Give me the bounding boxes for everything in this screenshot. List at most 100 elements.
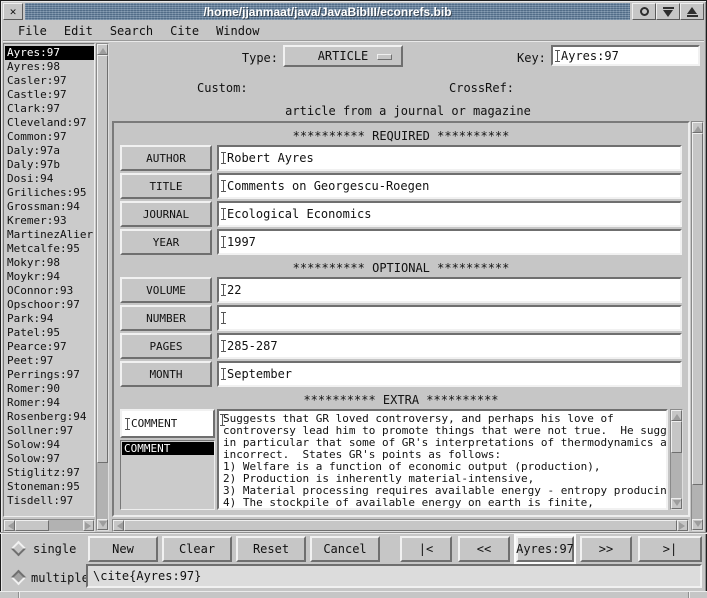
action-button[interactable]: Cancel — [310, 536, 380, 562]
citation-key-item[interactable]: Common:97 — [5, 130, 94, 144]
citation-key-item[interactable]: Grossman:94 — [5, 200, 94, 214]
citation-key-item[interactable]: Clark:97 — [5, 102, 94, 116]
shade-button[interactable] — [656, 3, 680, 20]
scroll-down-arrow-icon[interactable] — [97, 519, 108, 530]
scrollbar-trough[interactable] — [49, 520, 83, 531]
field-label-button[interactable]: NUMBER — [120, 305, 212, 331]
citation-key-item[interactable]: Daly:97b — [5, 158, 94, 172]
extra-field-list-item[interactable]: COMMENT — [122, 442, 214, 455]
field-label-button[interactable]: MONTH — [120, 361, 212, 387]
type-dropdown[interactable]: ARTICLE — [283, 45, 403, 67]
close-icon: ✕ — [10, 5, 17, 18]
key-input[interactable]: Ayres:97 — [551, 45, 700, 66]
scroll-left-arrow-icon[interactable] — [4, 520, 15, 531]
resize-handle[interactable] — [0, 591, 707, 597]
scrollbar-thumb[interactable] — [15, 520, 49, 531]
scrollbar-trough[interactable] — [97, 463, 108, 519]
text-caret-icon — [221, 236, 226, 248]
citation-key-item[interactable]: Solow:94 — [5, 438, 94, 452]
citation-key-item[interactable]: Moykr:94 — [5, 270, 94, 284]
action-button[interactable]: Reset — [236, 536, 306, 562]
citation-key-item[interactable]: Metcalfe:95 — [5, 242, 94, 256]
citation-key-item[interactable]: MartinezAlier:9 — [5, 228, 94, 242]
text-caret-icon — [221, 368, 226, 380]
citation-key-item[interactable]: Romer:90 — [5, 382, 94, 396]
field-input[interactable]: Robert Ayres — [217, 145, 682, 171]
citation-key-item[interactable]: Mokyr:98 — [5, 256, 94, 270]
scroll-down-arrow-icon[interactable] — [692, 519, 703, 530]
field-label-button[interactable]: TITLE — [120, 173, 212, 199]
citation-key-item[interactable]: Patel:95 — [5, 326, 94, 340]
action-button[interactable]: New — [88, 536, 158, 562]
nav-button[interactable]: >> — [580, 536, 632, 562]
scroll-left-arrow-icon[interactable] — [113, 520, 124, 531]
menu-item[interactable]: Search — [108, 23, 155, 39]
citation-key-item[interactable]: Pearce:97 — [5, 340, 94, 354]
citation-key-item[interactable]: Park:94 — [5, 312, 94, 326]
citation-key-item[interactable]: Griliches:95 — [5, 186, 94, 200]
nav-button[interactable]: Ayres:97 — [516, 536, 574, 562]
citation-key-item[interactable]: Sollner:97 — [5, 424, 94, 438]
citation-key-item[interactable]: Rosenberg:94 — [5, 410, 94, 424]
field-input[interactable]: September — [217, 361, 682, 387]
citation-key-item[interactable]: Daly:97a — [5, 144, 94, 158]
citation-key-item[interactable]: Stoneman:95 — [5, 480, 94, 494]
citation-key-item[interactable]: Kremer:93 — [5, 214, 94, 228]
menu-item[interactable]: File — [16, 23, 49, 39]
raise-button[interactable] — [680, 3, 704, 20]
scrollbar-thumb[interactable] — [692, 133, 703, 485]
scrollbar-thumb[interactable] — [671, 421, 682, 453]
citation-key-item[interactable]: Stiglitz:97 — [5, 466, 94, 480]
action-button[interactable]: Clear — [162, 536, 232, 562]
field-label-button[interactable]: PAGES — [120, 333, 212, 359]
field-label-button[interactable]: AUTHOR — [120, 145, 212, 171]
field-input[interactable]: 22 — [217, 277, 682, 303]
scrollbar-trough[interactable] — [671, 453, 682, 498]
citation-key-item[interactable]: Castle:97 — [5, 88, 94, 102]
scroll-down-arrow-icon[interactable] — [671, 498, 682, 509]
menu-item[interactable]: Window — [214, 23, 261, 39]
single-mode-label[interactable]: single — [33, 542, 76, 556]
citation-key-item[interactable]: Opschoor:97 — [5, 298, 94, 312]
field-label-button[interactable]: VOLUME — [120, 277, 212, 303]
scroll-right-arrow-icon[interactable] — [83, 520, 94, 531]
extra-text-area[interactable]: Suggests that GR loved controversy, and … — [217, 409, 668, 510]
nav-button[interactable]: |< — [400, 536, 452, 562]
citation-key-item[interactable]: OConnor:93 — [5, 284, 94, 298]
menu-item[interactable]: Cite — [168, 23, 201, 39]
scrollbar-trough[interactable] — [692, 485, 703, 519]
multiple-mode-label[interactable]: multiple — [31, 571, 89, 585]
field-input[interactable]: 285-287 — [217, 333, 682, 359]
citation-key-item[interactable]: Peet:97 — [5, 354, 94, 368]
field-input[interactable] — [217, 305, 682, 331]
citation-key-item[interactable]: Solow:97 — [5, 452, 94, 466]
extra-field-name-input[interactable]: COMMENT — [120, 409, 215, 438]
cite-command-field[interactable]: \cite{Ayres:97} — [86, 564, 702, 588]
titlebar[interactable]: ✕ /home/jjanmaat/java/JavaBibIII/econref… — [3, 3, 704, 20]
scroll-up-arrow-icon[interactable] — [97, 44, 108, 55]
scroll-up-arrow-icon[interactable] — [692, 122, 703, 133]
field-label-button[interactable]: YEAR — [120, 229, 212, 255]
citation-key-item[interactable]: Dosi:94 — [5, 172, 94, 186]
citation-key-item[interactable]: Tisdell:97 — [5, 494, 94, 508]
field-input[interactable]: Comments on Georgescu-Roegen — [217, 173, 682, 199]
scrollbar-thumb[interactable] — [97, 55, 108, 463]
nav-button[interactable]: >| — [638, 536, 702, 562]
menu-item[interactable]: Edit — [62, 23, 95, 39]
citation-key-item[interactable]: Ayres:97 — [5, 46, 94, 60]
citation-key-item[interactable]: Ayres:98 — [5, 60, 94, 74]
citation-key-item[interactable]: Casler:97 — [5, 74, 94, 88]
citation-key-item[interactable]: Perrings:97 — [5, 368, 94, 382]
citation-key-item[interactable]: Cleveland:97 — [5, 116, 94, 130]
field-input[interactable]: 1997 — [217, 229, 682, 255]
field-input[interactable]: Ecological Economics — [217, 201, 682, 227]
field-label-button[interactable]: JOURNAL — [120, 201, 212, 227]
window-menu-button[interactable] — [632, 3, 656, 20]
nav-button[interactable]: << — [458, 536, 510, 562]
close-button[interactable]: ✕ — [3, 3, 23, 20]
scroll-up-arrow-icon[interactable] — [671, 410, 682, 421]
scrollbar-thumb[interactable] — [124, 520, 677, 531]
scroll-right-arrow-icon[interactable] — [677, 520, 688, 531]
citation-key-item[interactable]: Romer:94 — [5, 396, 94, 410]
field-row: YEAR 1997 — [120, 229, 682, 255]
